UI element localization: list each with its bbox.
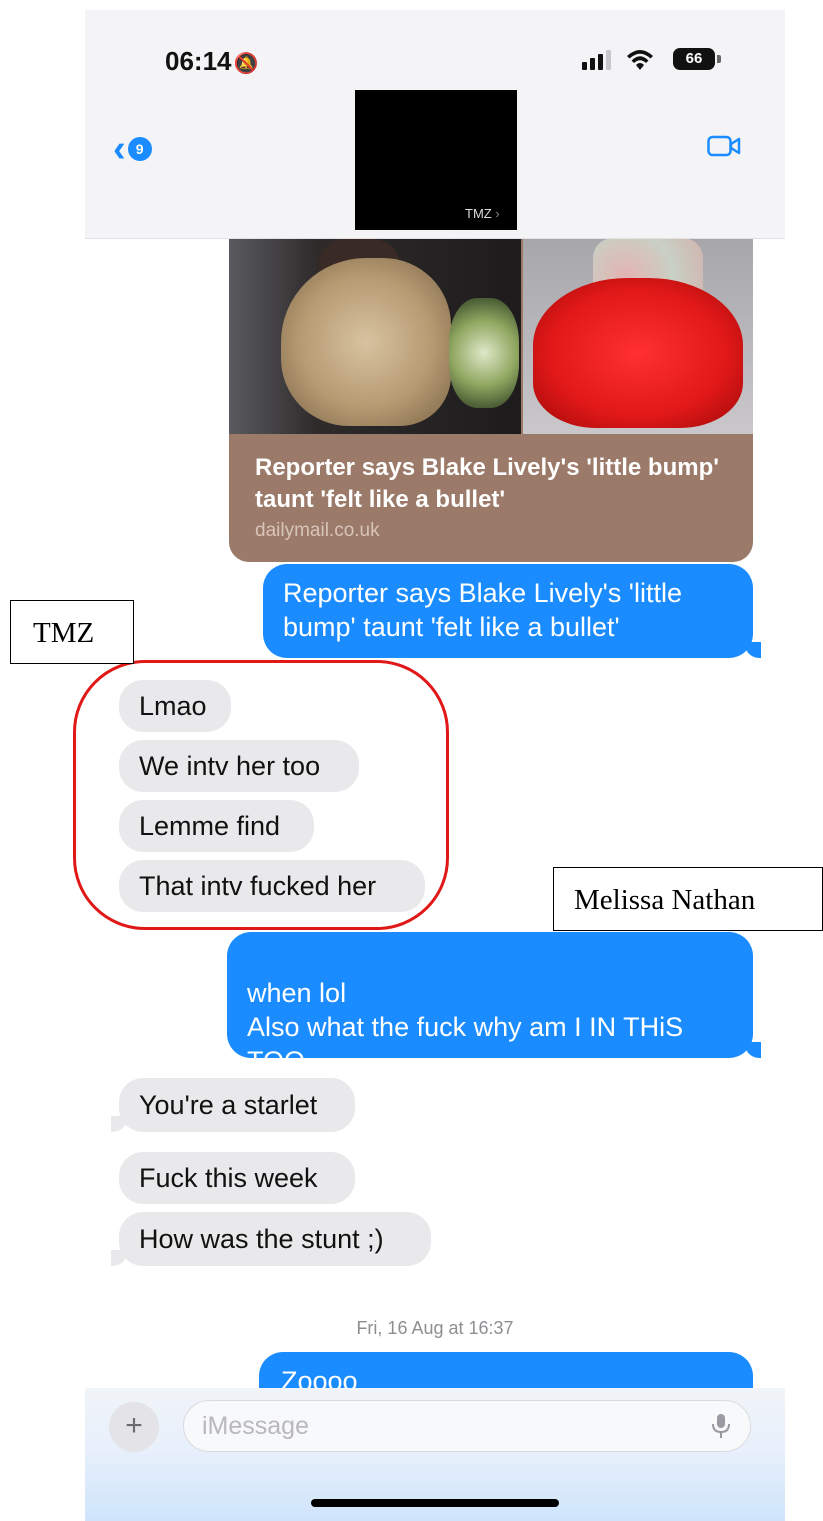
message-bubble-outgoing[interactable]: Reporter says Blake Lively's 'little bum… (263, 564, 753, 658)
link-preview-domain: dailymail.co.uk (255, 520, 380, 541)
cellular-signal-icon (582, 50, 611, 70)
chevron-left-icon: ‹ (113, 128, 126, 170)
message-text: How was the stunt ;) (139, 1224, 384, 1254)
battery-icon: 66 (673, 48, 715, 70)
message-text: You're a starlet (139, 1090, 318, 1120)
link-preview-card[interactable]: Reporter says Blake Lively's 'little bum… (229, 238, 753, 562)
video-camera-icon[interactable] (707, 134, 741, 158)
highlight-ring (73, 660, 449, 930)
message-input[interactable] (200, 1401, 684, 1452)
message-bubble-incoming[interactable]: You're a starlet (119, 1078, 355, 1132)
message-text: when lol Also what the fuck why am I IN … (247, 978, 684, 1076)
preview-photo-right (523, 238, 753, 434)
message-bubble-incoming[interactable]: How was the stunt ;) (119, 1212, 431, 1266)
link-preview-title: Reporter says Blake Lively's 'little bum… (255, 454, 719, 513)
back-button[interactable]: ‹ 9 (113, 130, 152, 168)
message-text: Fuck this week (139, 1163, 318, 1193)
plus-button[interactable]: + (109, 1402, 159, 1452)
wifi-icon (627, 50, 653, 70)
conversation-timestamp: Fri, 16 Aug at 16:37 (356, 1318, 514, 1338)
contact-name[interactable]: TMZ › (457, 206, 508, 221)
preview-photo-left (229, 238, 521, 434)
microphone-icon[interactable] (710, 1413, 732, 1439)
annotation-label-tmz: TMZ (10, 600, 134, 664)
annotation-label-melissa-nathan: Melissa Nathan (553, 867, 823, 931)
message-bubble-incoming[interactable]: Fuck this week (119, 1152, 355, 1204)
unread-count-badge: 9 (127, 137, 152, 161)
message-input-field[interactable] (183, 1400, 751, 1452)
message-text: Reporter says Blake Lively's 'little bum… (283, 578, 682, 642)
home-indicator[interactable] (311, 1499, 559, 1507)
conversation-header: 06:14 🔕 66 ‹ 9 TMZ › (85, 10, 785, 239)
battery-tip (717, 55, 721, 63)
composer-bar: + (85, 1388, 785, 1521)
status-time: 06:14 🔕 (165, 46, 259, 76)
bell-slash-icon: 🔕 (233, 53, 259, 75)
message-bubble-outgoing[interactable]: when lol Also what the fuck why am I IN … (227, 932, 753, 1076)
